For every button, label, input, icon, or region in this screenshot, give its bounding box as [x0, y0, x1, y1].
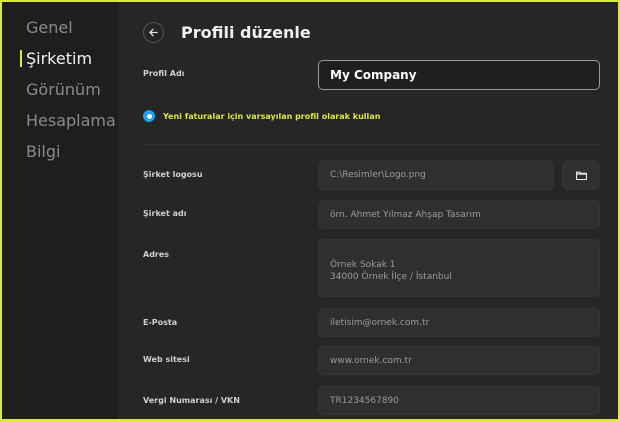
- email-input[interactable]: iletisim@ornek.com.tr: [318, 308, 600, 337]
- settings-window: Genel Şirketim Görünüm Hesaplama Bilgi P…: [0, 0, 620, 421]
- back-button[interactable]: [143, 22, 164, 43]
- logo-path-value: C:\Resimler\Logo.png: [330, 170, 426, 180]
- address-line-1: Örnek Sokak 1: [330, 260, 396, 270]
- sidebar: Genel Şirketim Görünüm Hesaplama Bilgi: [2, 2, 118, 419]
- default-profile-label: Yeni faturalar için varsayılan profil ol…: [163, 111, 381, 121]
- company-name-input[interactable]: örn. Ahmet Yılmaz Ahşap Tasarım: [318, 200, 600, 229]
- address-line-2: 34000 Örnek İlçe / İstanbul: [330, 272, 452, 282]
- page-header: Profili düzenle: [143, 22, 311, 43]
- sidebar-item-sirketim[interactable]: Şirketim: [2, 43, 118, 74]
- active-indicator: [20, 50, 22, 67]
- profile-name-input[interactable]: My Company: [318, 60, 600, 90]
- email-label: E-Posta: [143, 318, 178, 327]
- sidebar-item-gorunum[interactable]: Görünüm: [2, 74, 118, 105]
- main-panel: Profili düzenle Profil Adı My Company Ye…: [118, 2, 618, 419]
- arrow-left-icon: [149, 28, 158, 37]
- sidebar-item-bilgi[interactable]: Bilgi: [2, 136, 118, 167]
- website-placeholder: www.ornek.com.tr: [330, 355, 412, 366]
- website-input[interactable]: www.ornek.com.tr: [318, 346, 600, 375]
- page-title: Profili düzenle: [181, 23, 311, 42]
- sidebar-item-label: Genel: [26, 18, 73, 37]
- default-profile-radio[interactable]: Yeni faturalar için varsayılan profil ol…: [143, 110, 380, 122]
- browse-logo-button[interactable]: [562, 160, 600, 190]
- address-textarea[interactable]: Örnek Sokak 1 34000 Örnek İlçe / İstanbu…: [318, 239, 600, 297]
- sidebar-item-label: Bilgi: [26, 142, 61, 161]
- tax-number-placeholder: TR1234567890: [330, 395, 400, 406]
- logo-label: Şirket logosu: [143, 170, 203, 179]
- address-label: Adres: [143, 250, 170, 259]
- company-name-placeholder: örn. Ahmet Yılmaz Ahşap Tasarım: [330, 209, 481, 220]
- sidebar-item-genel[interactable]: Genel: [2, 12, 118, 43]
- sidebar-item-label: Hesaplama: [26, 111, 116, 130]
- logo-path-input[interactable]: C:\Resimler\Logo.png: [318, 160, 554, 190]
- profile-name-label: Profil Adı: [143, 69, 185, 78]
- company-name-label: Şirket adı: [143, 209, 187, 218]
- sidebar-item-label: Şirketim: [26, 49, 93, 68]
- website-label: Web sitesi: [143, 355, 190, 364]
- email-placeholder: iletisim@ornek.com.tr: [330, 317, 430, 328]
- sidebar-item-label: Görünüm: [26, 80, 101, 99]
- radio-checked-icon: [143, 110, 155, 122]
- sidebar-item-hesaplama[interactable]: Hesaplama: [2, 105, 118, 136]
- profile-name-value: My Company: [330, 68, 417, 82]
- tax-number-label: Vergi Numarası / VKN: [143, 396, 240, 405]
- tax-number-input[interactable]: TR1234567890: [318, 386, 600, 415]
- folder-icon: [575, 171, 587, 180]
- divider: [143, 144, 600, 145]
